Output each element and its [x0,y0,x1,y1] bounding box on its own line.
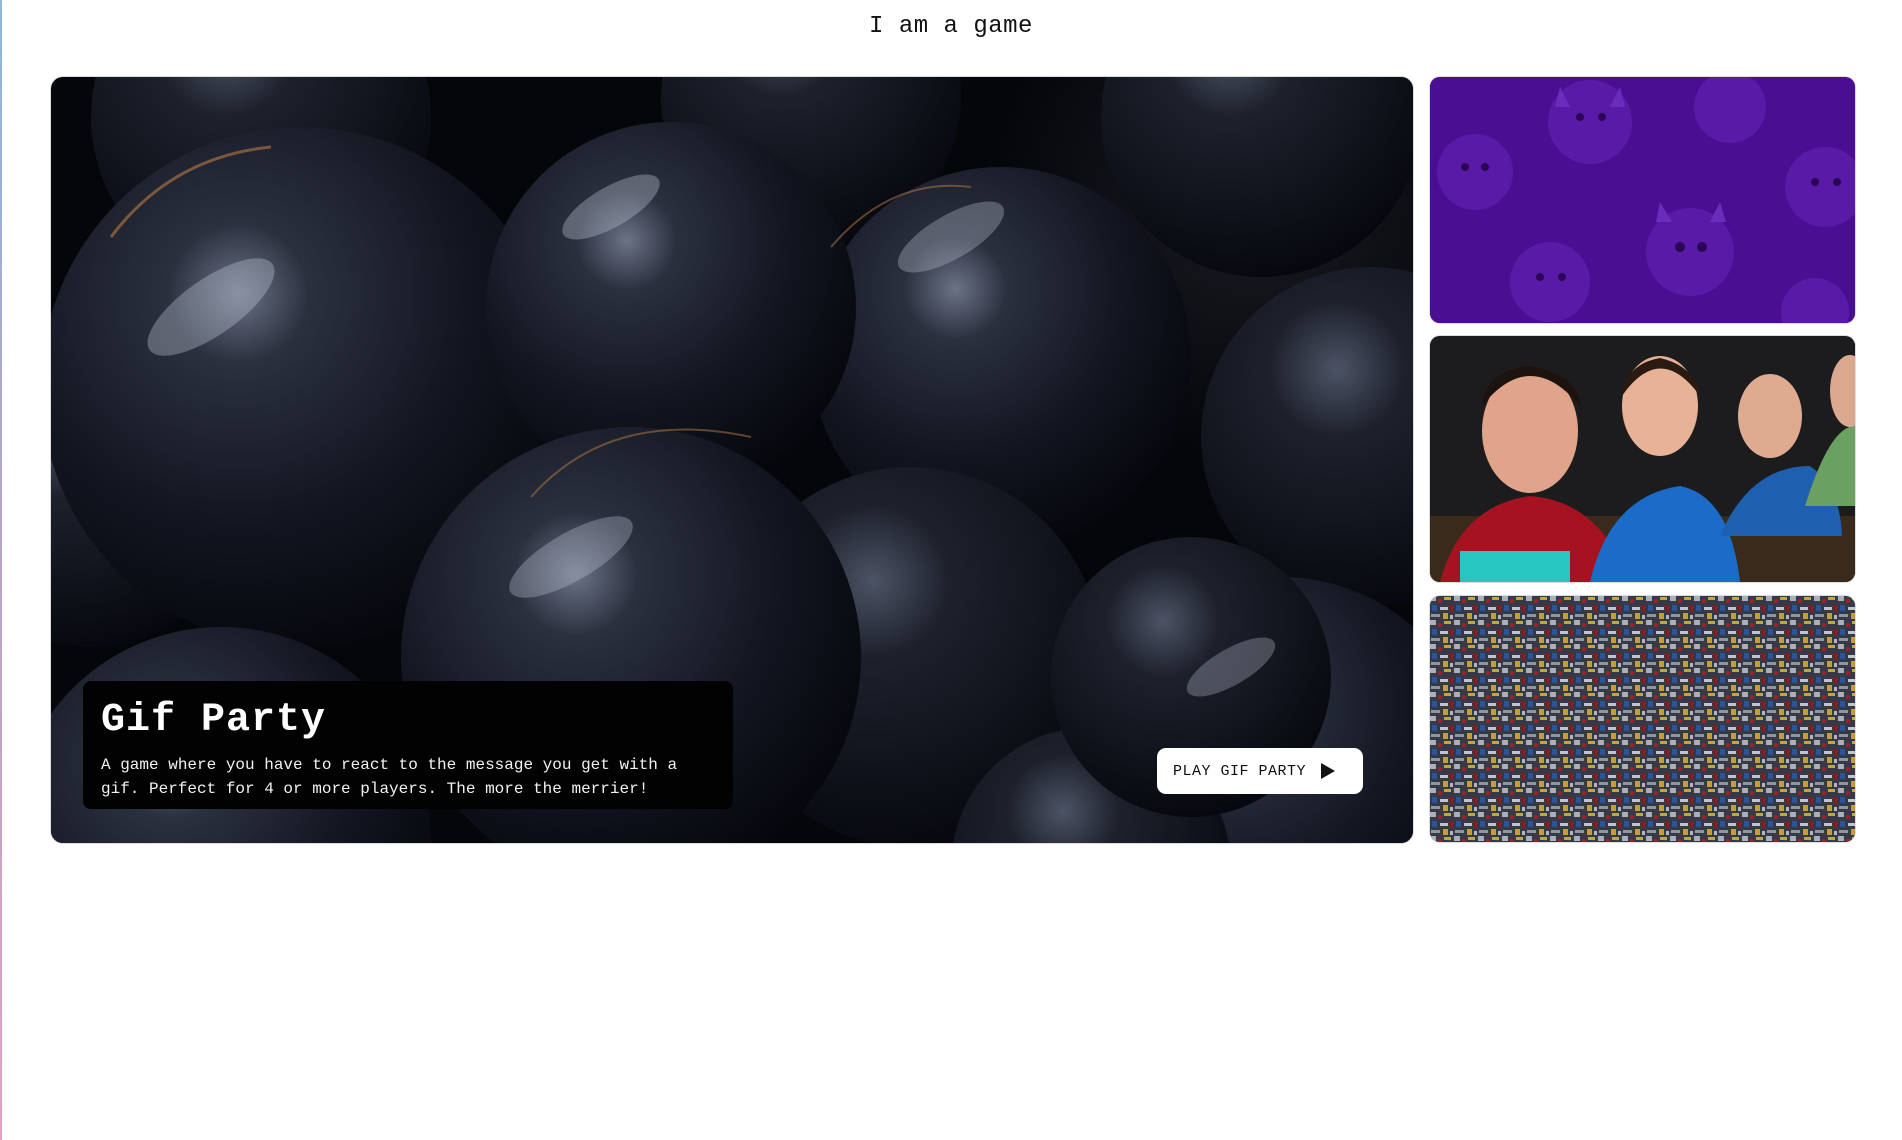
game-thumbnail-1[interactable] [1430,77,1855,323]
game-title: Gif Party [101,698,327,743]
play-icon [1321,763,1336,779]
game-thumbnail-3[interactable] [1430,596,1855,842]
game-thumbnail-2[interactable] [1430,336,1855,582]
thumbnail-image-people [1430,336,1855,582]
thumbnail-image-devils [1430,77,1855,323]
play-game-button[interactable]: PLAY GIF PARTY [1157,748,1363,794]
featured-game-card[interactable]: Gif Party A game where you have to react… [51,77,1413,843]
game-info-panel: Gif Party A game where you have to react… [83,681,733,809]
game-description: A game where you have to react to the me… [101,756,678,798]
play-button-label: PLAY GIF PARTY [1173,762,1307,780]
window-edge [0,0,2,1140]
thumbnail-image-noise [1430,596,1855,842]
page-title: I am a game [869,13,1033,40]
